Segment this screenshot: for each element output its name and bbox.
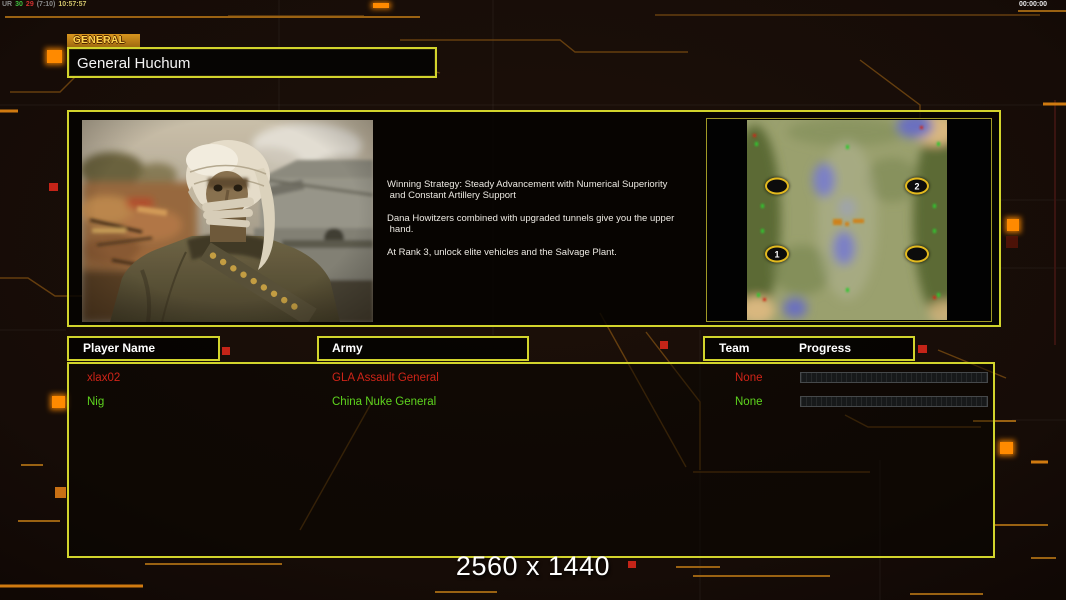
minimap: 21: [747, 120, 947, 320]
general-tab-label: GENERAL: [67, 34, 140, 47]
resolution-watermark: 2560 x 1440: [455, 551, 611, 581]
header-team-progress: Team Progress: [703, 336, 915, 361]
cell-army: GLA Assault General: [332, 372, 439, 384]
start-position-marker: [765, 177, 789, 195]
start-position-marker: 2: [905, 177, 929, 195]
general-name: General Huchum: [77, 55, 191, 72]
general-name-box: General Huchum: [67, 47, 437, 78]
player-table: xlax02 GLA Assault General None Nig China Nu…: [67, 362, 995, 558]
cell-player: xlax02: [87, 372, 121, 384]
debug-segment: UR: [2, 1, 13, 8]
loading-screen: UR 30 29 (7:10) 10:57:57 00:00:00 GENERAL Ge…: [0, 0, 1066, 600]
debug-segment: 10:57:57: [58, 1, 87, 8]
header-army: Army: [317, 336, 529, 361]
strategy-text: Winning Strategy: Steady Advancement wit…: [387, 179, 675, 258]
debug-segment: (7:10): [36, 1, 56, 8]
debug-overlay: UR 30 29 (7:10) 10:57:57: [2, 1, 89, 8]
progress-bar: [800, 372, 988, 383]
cell-army: China Nuke General: [332, 396, 437, 408]
debug-segment: 29: [25, 1, 34, 8]
progress-bar: [800, 396, 988, 407]
general-portrait: [82, 120, 373, 322]
table-row: Nig China Nuke General None: [69, 392, 993, 416]
start-position-marker: 1: [765, 245, 789, 263]
cell-team: None: [735, 396, 763, 408]
header-player-name: Player Name: [67, 336, 220, 361]
debug-segment: 30: [15, 1, 23, 8]
table-row: xlax02 GLA Assault General None: [69, 368, 993, 392]
start-position-marker: [905, 245, 929, 263]
minimap-panel: 21: [706, 118, 992, 322]
briefing-panel: Winning Strategy: Steady Advancement wit…: [67, 110, 1001, 327]
match-timer: 00:00:00: [1019, 1, 1048, 8]
cell-team: None: [735, 372, 763, 384]
cell-player: Nig: [87, 396, 105, 408]
